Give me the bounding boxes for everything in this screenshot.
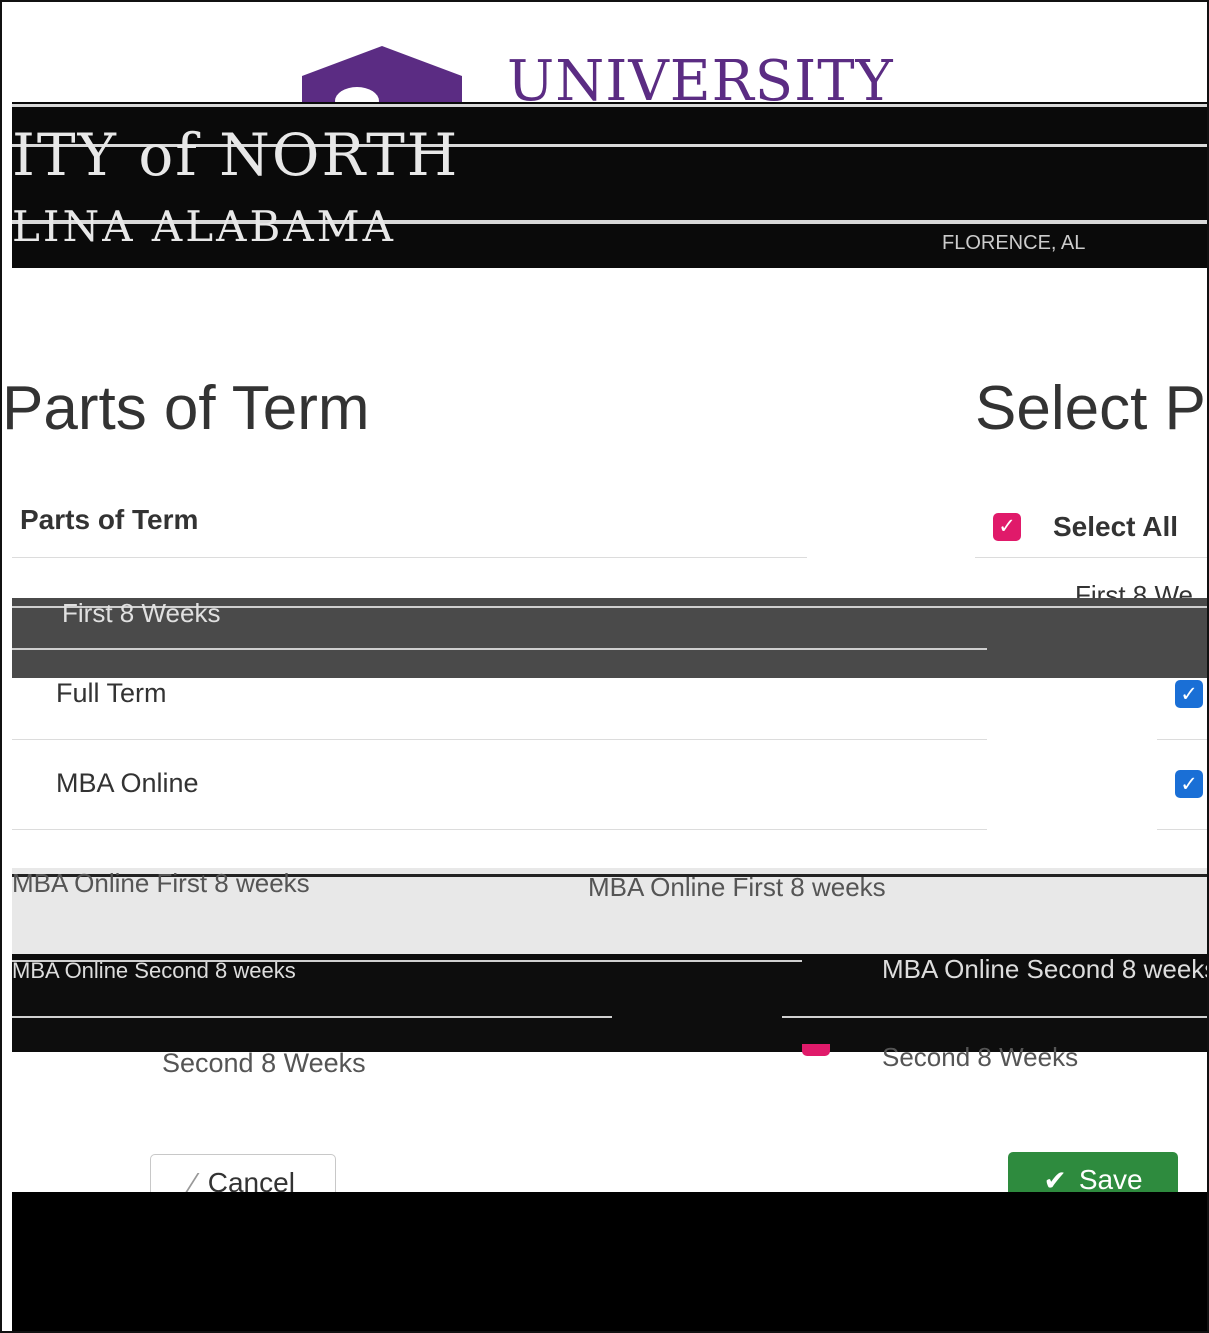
select-table: ✓ Select All (975, 496, 1207, 558)
select-all-label: Select All (1053, 510, 1179, 542)
row-label-mba-online-first-8-right: MBA Online First 8 weeks (588, 872, 886, 902)
table-row[interactable]: MBA Online (12, 740, 987, 830)
row-label-second-8-weeks: Second 8 Weeks (162, 1048, 366, 1078)
band-title: ITY of NORTH (12, 121, 460, 189)
band-line (12, 104, 1207, 107)
page-title-select: Select P (975, 374, 1206, 443)
bottom-black-area (12, 1192, 1207, 1331)
row-line (782, 1016, 1207, 1018)
full-term-checkbox[interactable]: ✓ (1175, 680, 1203, 708)
table-row[interactable]: MBA Online First 8 weeks MBA Online Firs… (12, 868, 1207, 958)
header-band: ITY of NORTH LINA ALABAMA FLORENCE, AL (12, 102, 1207, 268)
row-label-mba-online-second-8: MBA Online Second 8 weeks (12, 958, 296, 983)
table-row[interactable]: ✓ (1157, 740, 1207, 830)
second-8-weeks-checkbox[interactable] (802, 1044, 830, 1056)
row-line (12, 1016, 612, 1018)
row-label-full-term: Full Term (56, 678, 167, 708)
row-label-mba-online-second-8-right: MBA Online Second 8 weeks (882, 954, 1209, 984)
table-row[interactable]: ✓ (1157, 650, 1207, 740)
row-label-second-8-weeks-right: Second 8 Weeks (882, 1042, 1079, 1072)
parts-of-term-table: Parts of Term (12, 496, 807, 558)
check-icon: ✓ (1180, 772, 1198, 796)
select-all-row[interactable]: ✓ Select All (975, 496, 1207, 558)
row-label-mba-online-first-8: MBA Online First 8 weeks (12, 868, 310, 898)
mba-online-checkbox[interactable]: ✓ (1175, 770, 1203, 798)
table-header: Parts of Term (12, 496, 807, 558)
row-label-mba-online: MBA Online (56, 768, 199, 798)
page-title-parts-of-term: Parts of Term (2, 374, 370, 443)
logo-area: UNIVERSITY (2, 2, 1207, 116)
row-label-first-8-weeks: First 8 Weeks (62, 598, 221, 628)
check-icon: ✓ (1180, 682, 1198, 706)
screenshot-frame: UNIVERSITY ITY of NORTH LINA ALABAMA FLO… (0, 0, 1209, 1333)
band-location: FLORENCE, AL (942, 232, 1086, 254)
band-subtitle: LINA ALABAMA (12, 202, 396, 251)
table-row[interactable]: Full Term (12, 650, 987, 740)
table-row[interactable]: MBA Online Second 8 weeks MBA Online Sec… (12, 954, 1209, 1052)
select-all-checkbox[interactable]: ✓ (993, 512, 1021, 541)
check-icon: ✓ (998, 515, 1016, 538)
